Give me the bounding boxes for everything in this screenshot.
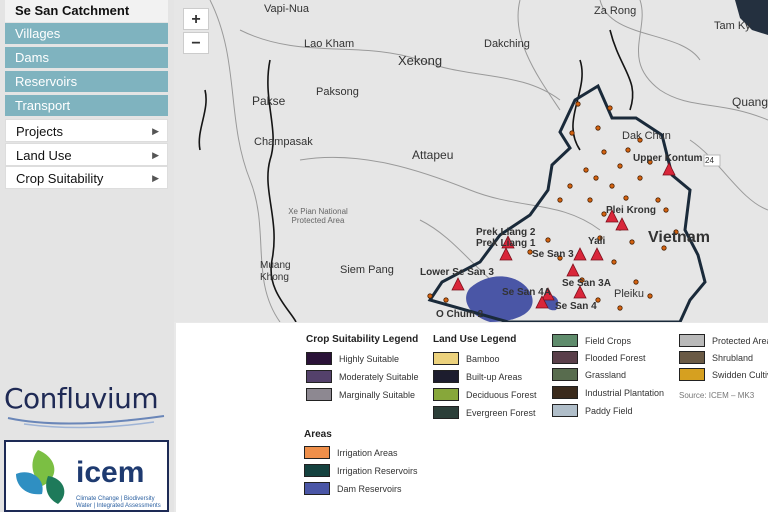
dam-label: Se San 3 [532, 249, 574, 260]
areas-legend-title: Areas [304, 429, 332, 440]
place-label: Dak Chun [622, 130, 671, 142]
dam-label: Upper Kontum [633, 153, 703, 164]
legend-swatch [552, 334, 578, 347]
zoom-in-button[interactable]: + [183, 8, 209, 30]
confluvium-logo-text: Confluvium [4, 382, 159, 415]
layer-toggle-villages[interactable]: Villages [5, 23, 168, 45]
place-label: Siem Pang [340, 264, 394, 276]
place-label: Xekong [398, 53, 443, 68]
menu-crop-suitability[interactable]: Crop Suitability ▶ [5, 166, 168, 189]
menu-projects-label: Projects [16, 124, 63, 139]
legend-swatch [433, 388, 459, 401]
wave-icon [7, 415, 165, 429]
layer-toggle-transport[interactable]: Transport [5, 95, 168, 117]
sidebar: Se San Catchment Villages Dams Reservoir… [0, 0, 174, 512]
legend-source: Source: ICEM – MK3 [679, 391, 755, 400]
legend-swatch [552, 368, 578, 381]
icem-logo: icem Climate Change | Biodiversity Water… [4, 440, 169, 512]
chevron-right-icon: ▶ [152, 173, 159, 183]
legend-swatch [552, 404, 578, 417]
dam-label: Plei Krong [606, 205, 657, 216]
legend-swatch [433, 406, 459, 419]
place-label: Lao Kham [304, 38, 355, 50]
place-label: Dakching [484, 38, 530, 50]
legend-swatch [552, 386, 578, 399]
legend-swatch [552, 351, 578, 364]
leaf-icon [16, 450, 65, 504]
landuse-legend-title: Land Use Legend [433, 334, 517, 345]
crop-legend-title: Crop Suitability Legend [306, 334, 419, 345]
place-label: Champasak [254, 136, 313, 148]
dam-label: Yali [588, 236, 606, 247]
place-label: Pleiku [614, 288, 644, 300]
country-label: Vietnam [648, 229, 710, 246]
legend-swatch [433, 370, 459, 383]
layer-toggle-reservoirs[interactable]: Reservoirs [5, 71, 168, 93]
dam-label: Prek Liang 2 [476, 227, 536, 238]
zoom-out-button[interactable]: − [183, 32, 209, 54]
dam-label: Se San 4A [502, 287, 551, 298]
menu-land-use[interactable]: Land Use ▶ [5, 143, 168, 166]
place-label: Quang [732, 95, 768, 109]
place-label: Xe Pian National Protected Area [288, 207, 348, 225]
legend-swatch [306, 352, 332, 365]
menu-land-use-label: Land Use [16, 148, 72, 163]
menu-projects[interactable]: Projects ▶ [5, 119, 168, 142]
place-label: Vapi-Nua [264, 3, 310, 15]
place-label: Tam Ky [714, 20, 751, 32]
legend-swatch [304, 482, 330, 495]
catchment-title: Se San Catchment [5, 0, 168, 22]
dam-label: Se San 3A [562, 278, 611, 289]
chevron-right-icon: ▶ [152, 150, 159, 160]
dam-label: O Chum 2 [436, 309, 484, 320]
place-label: Za Rong [594, 5, 637, 17]
legend-swatch [679, 351, 705, 364]
icem-logo-text: icem [76, 456, 145, 489]
road-number: 24 [705, 156, 714, 165]
chevron-right-icon: ▶ [152, 126, 159, 136]
legend-swatch [304, 446, 330, 459]
layer-toggle-dams[interactable]: Dams [5, 47, 168, 69]
legend-swatch [679, 368, 705, 381]
icem-tagline: Climate Change | Biodiversity Water | In… [76, 496, 161, 509]
legend-swatch [679, 334, 705, 347]
dam-label: Se San 4 [555, 301, 597, 312]
legend-swatch [304, 464, 330, 477]
place-label: Muang Khong [260, 260, 291, 283]
map-canvas[interactable]: Vapi-Nua Za Rong Tam Ky Lao Kham Xekong … [174, 0, 768, 322]
place-label: Pakse [252, 94, 286, 108]
place-label: Attapeu [412, 148, 454, 162]
legend-panel: Crop Suitability Legend Highly Suitable … [176, 323, 768, 512]
dam-label: Lower Se San 3 [420, 267, 494, 278]
confluvium-logo: Confluvium [4, 382, 170, 432]
dam-label: Prek Liang 1 [476, 238, 536, 249]
place-label: Paksong [316, 86, 359, 98]
menu-crop-suitability-label: Crop Suitability [16, 171, 104, 186]
legend-swatch [306, 370, 332, 383]
legend-swatch [306, 388, 332, 401]
legend-swatch [433, 352, 459, 365]
